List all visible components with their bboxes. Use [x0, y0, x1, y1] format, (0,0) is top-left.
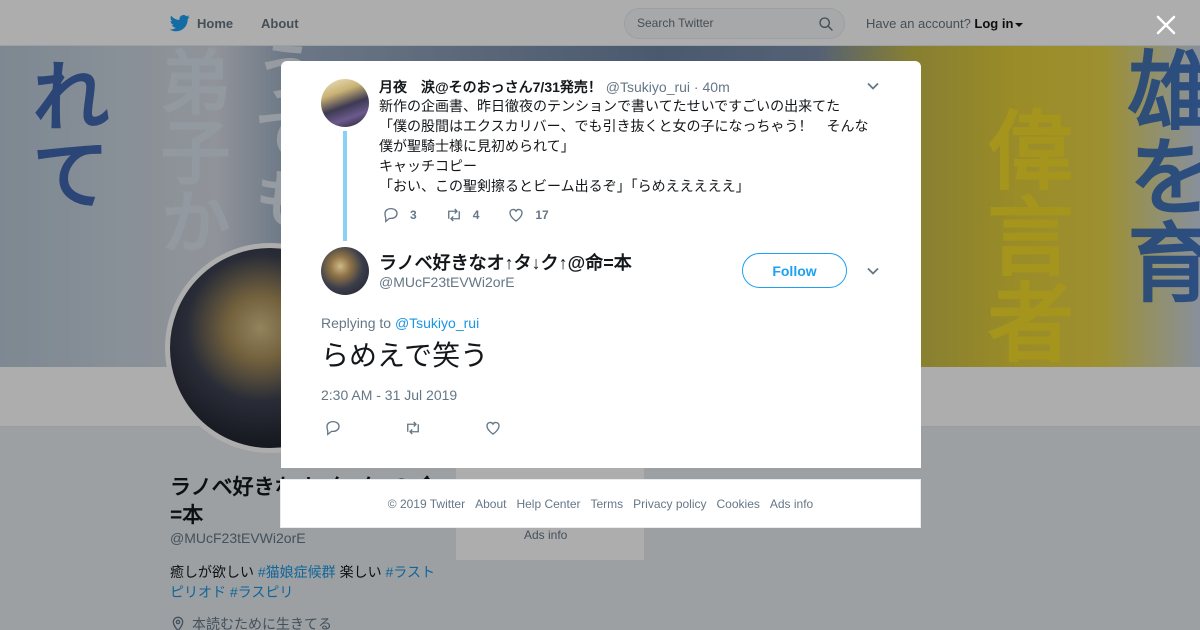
tweet-timestamp[interactable]: 2:30 AM - 31 Jul 2019 [321, 387, 457, 403]
chevron-down-icon[interactable] [866, 79, 880, 93]
reply-author-handle[interactable]: @MUcF23tEVWi2orE [379, 274, 515, 290]
retweet-button[interactable]: 4 [445, 206, 480, 224]
footer-privacy-link[interactable]: Privacy policy [633, 497, 706, 511]
meta-separator: · [690, 79, 703, 95]
original-tweet-text: 新作の企画書、昨日徹夜のテンションで書いてたせいですごいの出来てた 「僕の股間は… [379, 98, 869, 194]
reply-author-avatar[interactable] [321, 247, 369, 295]
original-author-name[interactable]: 月夜 涙@そのおっさん7/31発売！ [379, 79, 602, 95]
retweet-icon [407, 421, 419, 435]
reply-author-name[interactable]: ラノベ好きなオ↑タ↓ク↑@命=本 [379, 249, 632, 275]
reply-icon [326, 420, 340, 436]
close-icon[interactable] [1153, 12, 1179, 38]
like-count: 17 [535, 208, 549, 222]
reply-tweet-text: らめえで笑う [321, 339, 489, 372]
chevron-down-icon[interactable] [866, 264, 880, 278]
modal-footer: © 2019 Twitter About Help Center Terms P… [280, 479, 921, 528]
footer-ads-info-link[interactable]: Ads info [770, 497, 813, 511]
retweet-icon [447, 208, 460, 222]
tweet-permalink-modal: 月夜 涙@そのおっさん7/31発売！ @Tsukiyo_rui · 40m 新作… [281, 61, 921, 468]
footer-about-link[interactable]: About [475, 497, 506, 511]
original-author-avatar[interactable] [321, 79, 369, 127]
reply-tweet-actions [324, 419, 564, 437]
footer-terms-link[interactable]: Terms [590, 497, 623, 511]
original-author-handle[interactable]: @Tsukiyo_rui [606, 79, 690, 95]
original-tweet-time[interactable]: 40m [703, 79, 730, 95]
reply-icon [384, 207, 398, 223]
replying-to-mention-link[interactable]: @Tsukiyo_rui [395, 315, 479, 331]
retweet-button[interactable] [404, 419, 422, 437]
conversation-thread-line [343, 131, 347, 241]
reply-count: 3 [410, 208, 417, 222]
footer-cookies-link[interactable]: Cookies [717, 497, 760, 511]
reply-button[interactable] [324, 419, 342, 437]
replying-prefix: Replying to [321, 315, 395, 331]
retweet-count: 4 [472, 208, 480, 222]
original-tweet-header: 月夜 涙@そのおっさん7/31発売！ @Tsukiyo_rui · 40m [379, 77, 730, 97]
like-button[interactable] [484, 419, 502, 437]
like-button[interactable]: 17 [507, 206, 549, 224]
follow-button[interactable]: Follow [742, 253, 847, 288]
original-tweet-actions: 3 4 17 [382, 206, 577, 224]
replying-to-line: Replying to @Tsukiyo_rui [321, 315, 479, 331]
reply-button[interactable]: 3 [382, 206, 417, 224]
footer-copyright-link[interactable]: © 2019 Twitter [388, 497, 465, 511]
footer-help-center-link[interactable]: Help Center [516, 497, 580, 511]
heart-icon [509, 208, 524, 222]
heart-icon [486, 421, 500, 435]
